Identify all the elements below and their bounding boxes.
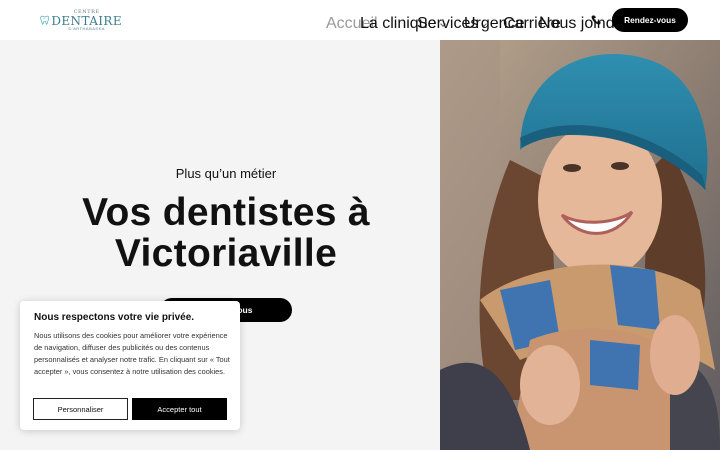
logo-line-3: D'ARTHABASKA: [68, 25, 105, 31]
cookie-title: Nous respectons votre vie privée.: [34, 312, 195, 323]
rendez-vous-button[interactable]: Rendez-vous: [612, 8, 688, 32]
site-logo[interactable]: CENTRE DENTAIRE D'ARTHABASKA: [40, 6, 122, 34]
tooth-icon: [40, 15, 50, 25]
hero-title-line-1: Vos dentistes à: [82, 191, 370, 234]
cookie-description: Nous utilisons des cookies pour améliore…: [34, 331, 230, 376]
hero-photo: [440, 40, 720, 450]
customize-button[interactable]: Personnaliser: [33, 398, 128, 420]
cookie-consent-dialog: Nous respectons votre vie privée. Nous u…: [20, 301, 240, 430]
hero-title: Vos dentistes à Victoriaville: [0, 192, 452, 274]
hero-subtitle: Plus qu’un métier: [175, 166, 277, 181]
phone-icon[interactable]: [591, 15, 601, 25]
site-header: CENTRE DENTAIRE D'ARTHABASKA Accueil La …: [0, 0, 720, 40]
logo-wordmark: CENTRE DENTAIRE D'ARTHABASKA: [51, 9, 122, 31]
woman-portrait-image: [440, 40, 720, 450]
hero-title-line-2: Victoriaville: [114, 232, 338, 275]
accept-all-button[interactable]: Accepter tout: [132, 398, 227, 420]
logo-line-2: DENTAIRE: [51, 13, 122, 28]
